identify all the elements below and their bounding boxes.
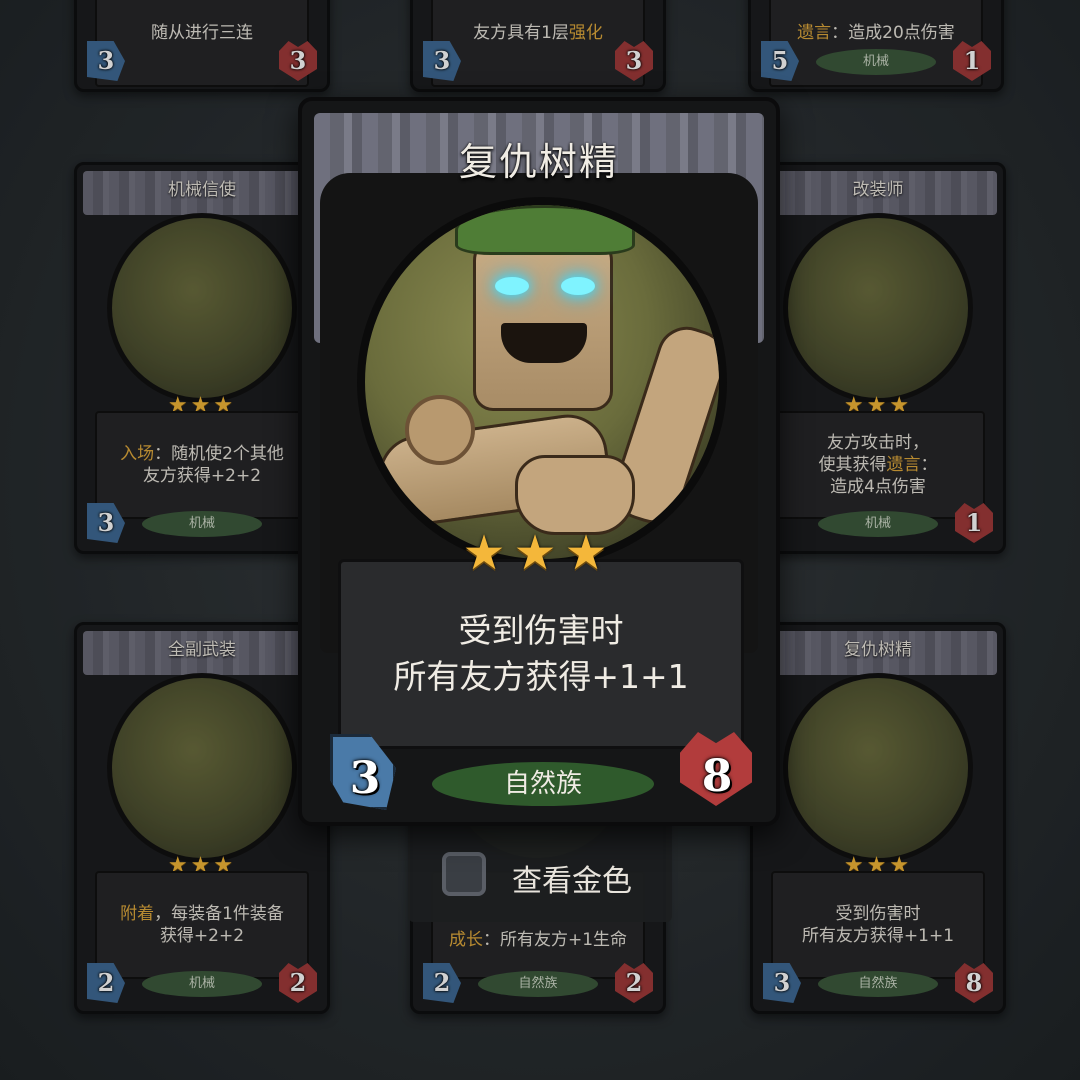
card-title: 复仇树精 — [458, 140, 619, 184]
view-golden-panel: 查看金色 — [408, 818, 672, 922]
treant-leaves — [455, 205, 635, 255]
card-text-line: 所有友方获得+1+1 — [393, 657, 689, 696]
treant-wood-swirl — [405, 395, 475, 465]
card-health: 8 — [701, 751, 733, 802]
treant-eye-glow — [495, 277, 529, 295]
card-portrait-treant — [357, 197, 727, 567]
treant-mouth — [501, 323, 587, 363]
star-rating: ★★★ — [462, 525, 616, 581]
card-cost: 3 — [349, 753, 381, 804]
treant-hand — [515, 455, 635, 535]
treant-eye-glow — [561, 277, 595, 295]
treant-head — [473, 231, 613, 411]
view-golden-checkbox[interactable] — [442, 852, 486, 896]
card-collection-screen: 随从进行三连 3 3 友方具有1层强化 3 3 遗言：造成20点伤害 5 机械 … — [0, 0, 1080, 1080]
card-text-box: 受到伤害时 所有友方获得+1+1 — [338, 559, 744, 749]
card-text-line: 受到伤害时 — [458, 611, 624, 650]
focused-card-vengeful-treant[interactable]: 复仇树精 受到伤害时 所有友方获得+1+1 ★★★ 3 自然族 8 — [298, 97, 780, 826]
tribe-badge: 自然族 — [432, 762, 654, 806]
view-golden-label[interactable]: 查看金色 — [512, 856, 632, 900]
